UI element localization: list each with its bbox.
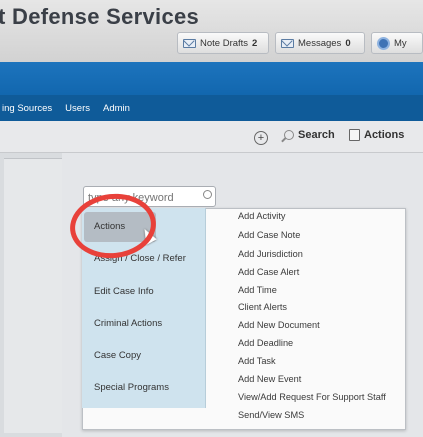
action-add-deadline[interactable]: Add Deadline [238,338,293,348]
actions-icon [349,129,360,141]
note-drafts-label: Note Drafts [200,37,249,49]
globe-icon [377,36,390,50]
category-criminal-actions[interactable]: Criminal Actions [94,318,162,329]
messages-button[interactable]: Messages 0 [275,32,365,54]
actions-button[interactable]: Actions [349,129,404,141]
category-case-copy[interactable]: Case Copy [94,350,141,361]
action-add-new-event[interactable]: Add New Event [238,374,301,384]
nav-item-admin[interactable]: Admin [103,103,130,114]
note-drafts-count: 2 [252,37,258,49]
search-button[interactable]: Search [284,129,335,141]
my-label: My [394,37,407,49]
search-icon [284,130,294,140]
actions-label: Actions [364,129,405,141]
my-button[interactable]: My [371,32,423,54]
main-nav: ing Sources Users Admin [0,95,423,121]
action-view-add-request-support-staff[interactable]: View/Add Request For Support Staff [238,392,386,402]
action-add-activity[interactable]: Add Activity [238,211,286,221]
messages-label: Messages [298,37,342,49]
search-icon [203,190,212,199]
action-add-time[interactable]: Add Time [238,285,277,295]
category-edit-case-info[interactable]: Edit Case Info [94,286,154,297]
nav-item-sources[interactable]: ing Sources [2,103,52,114]
messages-count: 0 [345,37,351,49]
envelope-icon [281,38,294,48]
action-send-view-sms[interactable]: Send/View SMS [238,410,304,420]
action-add-jurisdiction[interactable]: Add Jurisdiction [238,249,303,259]
left-panel-inner [4,158,64,433]
action-add-new-document[interactable]: Add New Document [238,320,320,330]
category-special-programs[interactable]: Special Programs [94,382,169,393]
note-drafts-button[interactable]: Note Drafts 2 [177,32,269,54]
action-add-case-note[interactable]: Add Case Note [238,230,300,240]
search-label: Search [298,129,335,141]
action-add-task[interactable]: Add Task [238,356,276,366]
action-client-alerts[interactable]: Client Alerts [238,302,287,312]
nav-item-users[interactable]: Users [65,103,90,114]
action-add-case-alert[interactable]: Add Case Alert [238,267,299,277]
add-icon[interactable]: + [254,131,268,145]
app-title: t Defense Services [0,4,200,29]
envelope-icon [183,38,196,48]
